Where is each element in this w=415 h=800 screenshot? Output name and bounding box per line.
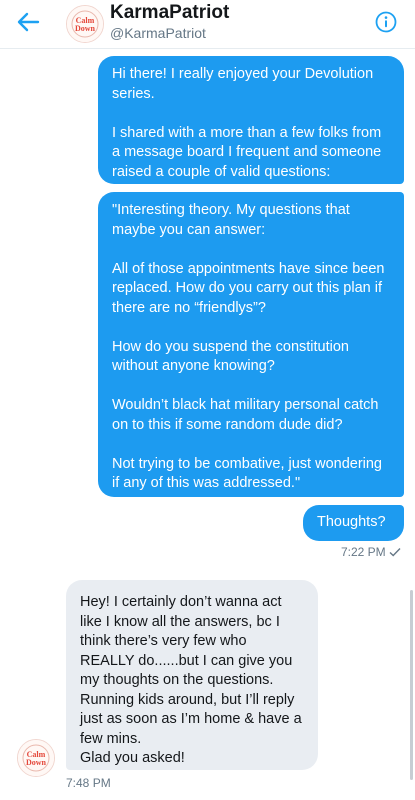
outgoing-message[interactable]: Thoughts? (303, 505, 404, 541)
incoming-message[interactable]: Hey! I certainly don’t wanna act like I … (66, 580, 318, 770)
contact-handle: @KarmaPatriot (110, 25, 206, 41)
conversation-header: Calm Down KarmaPatriot @KarmaPatriot (0, 0, 415, 49)
svg-text:Down: Down (75, 24, 96, 33)
svg-text:Down: Down (26, 758, 47, 767)
avatar[interactable]: Calm Down (66, 5, 104, 43)
avatar[interactable]: Calm Down (17, 739, 55, 777)
outgoing-message[interactable]: "Interesting theory. My questions that m… (98, 192, 404, 497)
back-arrow-icon[interactable] (14, 10, 42, 34)
info-icon[interactable] (375, 11, 397, 33)
timestamp-text: 7:22 PM (340, 545, 386, 559)
scrollbar[interactable] (410, 590, 413, 780)
sent-check-icon (389, 545, 401, 559)
message-timestamp: 7:22 PM (341, 545, 401, 559)
outgoing-message[interactable]: Hi there! I really enjoyed your Devoluti… (98, 56, 404, 184)
contact-name: KarmaPatriot (110, 2, 230, 23)
message-timestamp: 7:48 PM (66, 776, 111, 790)
